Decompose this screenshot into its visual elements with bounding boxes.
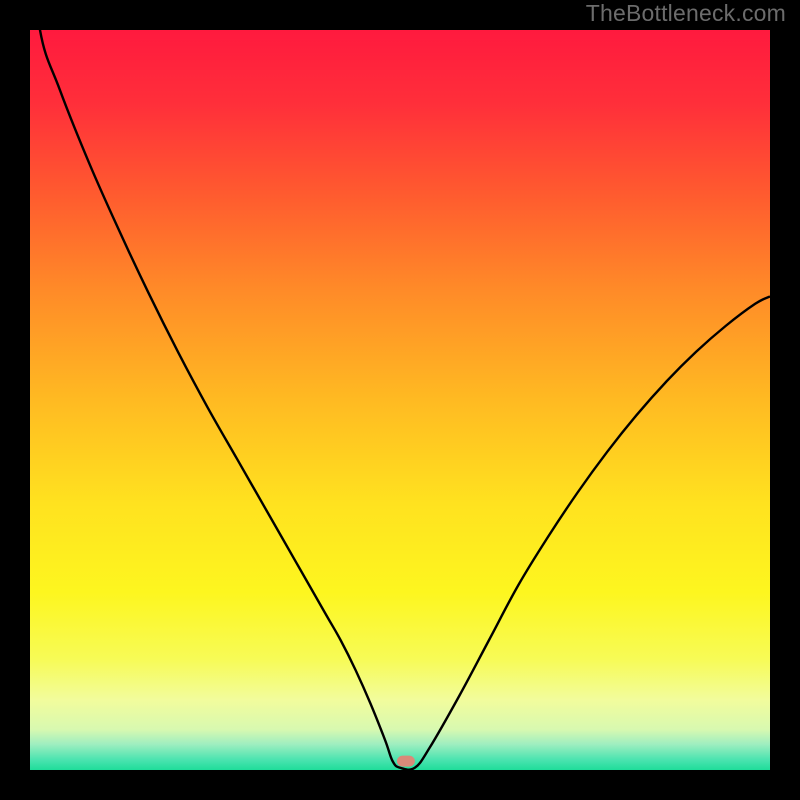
gradient-background: [30, 30, 770, 770]
plot-area: [30, 30, 770, 770]
bottleneck-chart: [30, 30, 770, 770]
optimal-marker: [397, 756, 415, 767]
chart-frame: TheBottleneck.com: [0, 0, 800, 800]
watermark-text: TheBottleneck.com: [586, 0, 786, 27]
